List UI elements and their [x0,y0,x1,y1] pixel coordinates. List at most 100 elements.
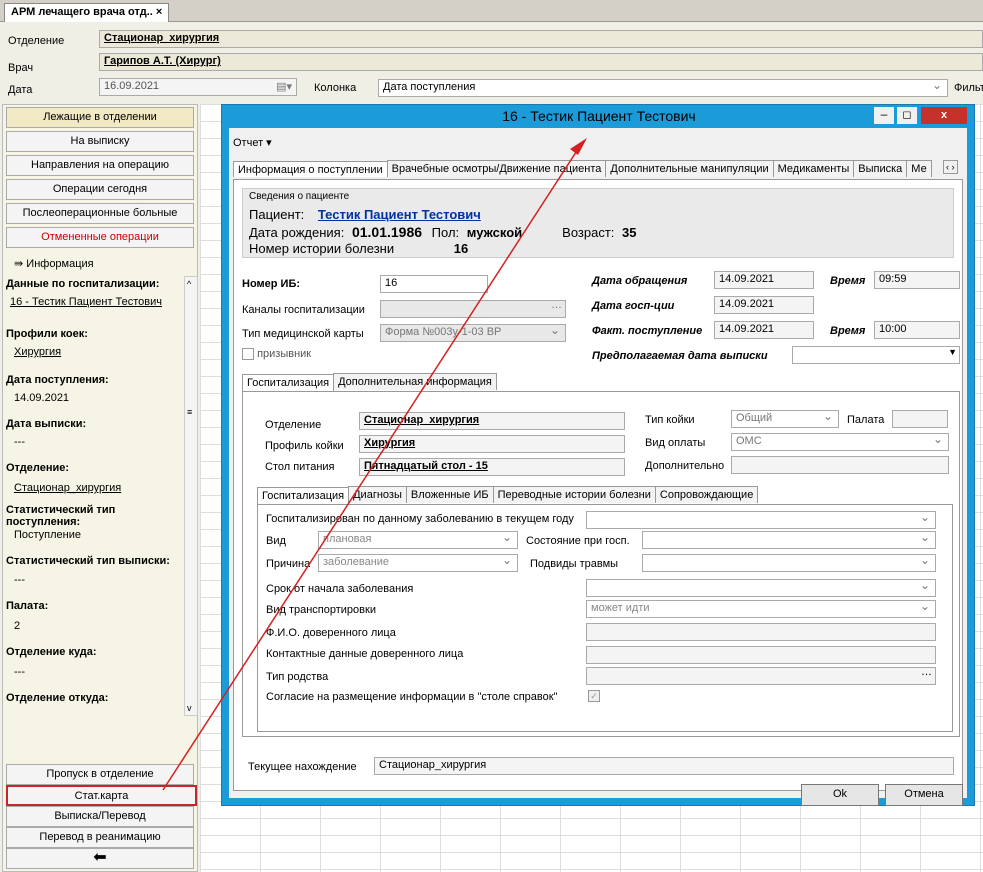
relation-field[interactable]: … [586,667,936,685]
ward-field[interactable] [892,410,948,428]
dropdown-icon[interactable]: ▼ [948,347,957,357]
cancel-button[interactable]: Отмена [885,784,963,806]
document-tab[interactable]: АРМ лечащего врача отд.. × [4,3,170,22]
appeal-date-field[interactable]: 14.09.2021 [714,271,814,289]
info-profile-link[interactable]: Хирургия [14,346,61,358]
current-location-field[interactable]: Стационар_хирургия [374,757,954,775]
close-tab-icon[interactable]: × [156,6,162,18]
tab-scroll-arrows[interactable]: ‹ › [943,160,958,174]
tab-admission-info[interactable]: Информация о поступлении [233,161,388,177]
reason-label: Причина [266,558,311,570]
history-row: Номер истории болезни 16 [249,241,469,256]
innertab-hospitalization[interactable]: Госпитализация [257,487,350,504]
card-type-select[interactable]: Форма №003у-1-03 ВР [380,324,566,342]
hosp-dept-label: Отделение [265,419,322,431]
doctor-field[interactable]: Гарипов А.Т. (Хирург) [99,53,983,71]
column-select[interactable]: Дата поступления [378,79,948,97]
patient-name-link[interactable]: Тестик Пациент Тестович [318,207,481,222]
tab-discharge[interactable]: Выписка [853,160,908,177]
info-hosp-link[interactable]: 16 - Тестик Пациент Тестович [10,296,162,308]
innertab-companions[interactable]: Сопровождающие [654,486,759,503]
report-menu[interactable]: Отчет ▾ [233,136,272,149]
minimize-icon[interactable]: – [874,107,894,124]
hosp-dept-field[interactable]: Стационар_хирургия [359,412,625,430]
info-admit-value: 14.09.2021 [14,392,70,404]
fact-date-field[interactable]: 14.09.2021 [714,321,814,339]
extra-field[interactable] [731,456,949,474]
payment-select[interactable]: ОМС [731,433,949,451]
ib-input[interactable]: 16 [380,275,488,293]
appeal-time-field[interactable]: 09:59 [874,271,960,289]
inner-tab-content: Госпитализирован по данному заболеванию … [257,504,953,732]
menu-discharge[interactable]: На выписку [6,131,194,152]
scroll-down-icon[interactable]: v [187,703,192,713]
bed-profile-field[interactable]: Хирургия [359,435,625,453]
info-ward-value: 2 [14,620,21,632]
stat-card-button[interactable]: Стат.карта [6,785,197,806]
menu-surgery-referrals[interactable]: Направления на операцию [6,155,194,176]
innertab-transfer-histories[interactable]: Переводные истории болезни [492,486,656,503]
trustee-field[interactable] [586,623,936,641]
trauma-select[interactable] [642,554,936,572]
transport-select[interactable]: может идти [586,600,936,618]
planned-discharge-label: Предполагаемая дата выписки [592,350,768,362]
menu-cancelled-ops[interactable]: Отмененные операции [6,227,194,248]
calendar-icon[interactable]: ▤▾ [276,80,292,93]
state-select[interactable] [642,531,936,549]
bed-type-select[interactable]: Общий [731,410,839,428]
channels-field[interactable]: … [380,300,566,318]
info-scrollbar[interactable]: ^ ≡ v [184,276,198,716]
info-discharge-title: Дата выписки: [6,418,87,430]
subtab-hospitalization[interactable]: Госпитализация [242,374,335,391]
subtab-additional[interactable]: Дополнительная информация [333,373,497,390]
ellipsis-icon[interactable]: … [551,301,562,311]
kind-select[interactable]: плановая [318,531,518,549]
onset-label: Срок от начала заболевания [266,583,414,595]
diet-field[interactable]: Пятнадцатый стол - 15 [359,458,625,476]
discharge-transfer-button[interactable]: Выписка/Перевод [6,806,194,827]
ib-label: Номер ИБ: [242,278,301,290]
consent-label: Согласие на размещение информации в "сто… [266,691,558,703]
dept-label: Отделение [8,35,65,47]
trustee-contact-field[interactable] [586,646,936,664]
conscript-checkbox[interactable]: призывник [242,348,311,361]
onset-select[interactable] [586,579,936,597]
tab-medications[interactable]: Медикаменты [772,160,855,177]
maximize-icon[interactable]: ◻ [897,107,917,124]
card-type-label: Тип медицинской карты [242,328,364,340]
this-year-select[interactable] [586,511,936,529]
tab-more[interactable]: Ме [906,160,932,177]
info-icon: ⇛ [14,258,24,270]
menu-postop[interactable]: Послеоперационные больные [6,203,194,224]
dialog-body: Отчет ▾ Информация о поступлении Врачебны… [229,128,967,806]
planned-discharge-field[interactable]: ▼ [792,346,960,364]
tab-manipulations[interactable]: Дополнительные манипуляции [605,160,774,177]
back-button[interactable]: ⬅ [6,848,194,869]
close-icon[interactable]: x [921,107,967,124]
fact-time-label: Время [830,325,866,337]
menu-inpatients[interactable]: Лежащие в отделении [6,107,194,128]
tab-examinations[interactable]: Врачебные осмотры/Движение пациента [386,160,607,177]
reason-select[interactable]: заболевание [318,554,518,572]
ellipsis-icon[interactable]: … [921,668,932,678]
consent-checkbox[interactable]: ✓ [588,690,600,702]
conscript-check[interactable] [242,348,254,361]
menu-operations-today[interactable]: Операции сегодня [6,179,194,200]
pass-button[interactable]: Пропуск в отделение [6,764,194,785]
scroll-thumb[interactable]: ≡ [187,407,192,417]
scroll-up-icon[interactable]: ^ [187,279,191,289]
info-to-value: --- [14,666,25,678]
info-from-title: Отделение откуда: [6,692,109,704]
innertab-diagnoses[interactable]: Диагнозы [348,486,407,503]
info-dept-link[interactable]: Стационар_хирургия [14,482,121,494]
icu-transfer-button[interactable]: Перевод в реанимацию [6,827,194,848]
date-field[interactable]: 16.09.2021 ▤▾ [99,78,297,96]
info-stat-disch-value: --- [14,574,25,586]
hosp-date-field[interactable]: 14.09.2021 [714,296,814,314]
patient-dialog: 16 - Тестик Пациент Тестович – ◻ x Отчет… [221,104,975,806]
fact-time-field[interactable]: 10:00 [874,321,960,339]
innertab-nested[interactable]: Вложенные ИБ [405,486,494,503]
dept-field[interactable]: Стационар_хирургия [99,30,983,48]
ok-button[interactable]: Ok [801,784,879,806]
info-discharge-value: --- [14,436,25,448]
